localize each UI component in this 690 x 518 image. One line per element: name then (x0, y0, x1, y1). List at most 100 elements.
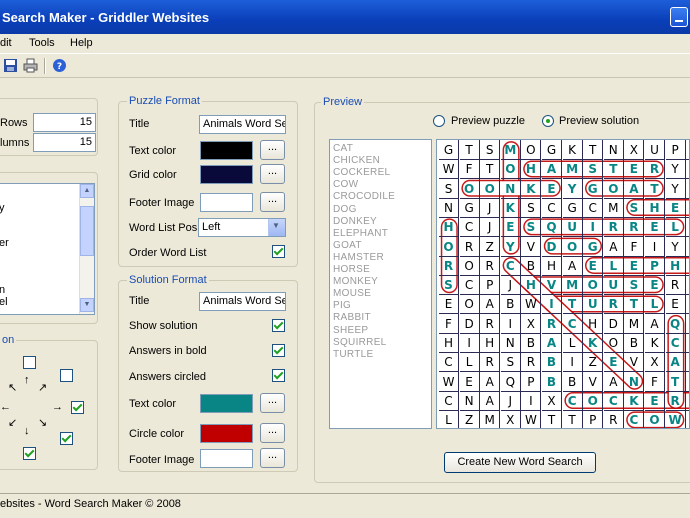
grid-cell: T (583, 140, 604, 160)
word-list-item: SQUIRREL (333, 336, 387, 348)
direction-up-checkbox[interactable] (23, 356, 36, 369)
word-entry-list[interactable]: y er n el ▲ ▼ (0, 183, 95, 315)
circle-color-button[interactable]: ... (260, 423, 285, 443)
solution-footer-image-button[interactable]: ... (260, 448, 285, 468)
help-icon[interactable]: ? (52, 58, 67, 73)
puzzle-footer-image-label: Footer Image (129, 197, 195, 209)
toolbar-separator (44, 58, 46, 74)
grid-cell: W (439, 159, 459, 180)
circle-color-swatch[interactable] (200, 424, 253, 443)
word-list-item: MONKEY (333, 276, 379, 288)
grid-cell: E (500, 217, 521, 238)
puzzle-text-color-button[interactable]: ... (260, 140, 285, 160)
list-item[interactable]: er (0, 237, 9, 249)
scroll-down-icon[interactable]: ▼ (80, 298, 94, 312)
word-list-item: CAT (333, 143, 354, 154)
scroll-up-icon[interactable]: ▲ (80, 184, 94, 198)
grid-cell: G (583, 178, 604, 199)
list-item[interactable]: el (0, 296, 8, 308)
puzzle-footer-image-field[interactable] (200, 193, 253, 212)
save-icon[interactable] (3, 58, 18, 73)
grid-cell: W (521, 294, 542, 315)
word-list-pos-select[interactable]: Left (198, 218, 286, 237)
list-item[interactable]: n (0, 284, 5, 296)
word-list-item: ELEPHANT (333, 227, 389, 239)
order-word-list-checkbox[interactable] (272, 245, 285, 258)
grid-cell: F (686, 217, 689, 238)
preview-solution-label[interactable]: Preview solution (559, 115, 639, 127)
grid-cell: H (665, 255, 686, 276)
menu-edit[interactable]: dit (0, 37, 12, 49)
puzzle-grid-color-button[interactable]: ... (260, 164, 285, 184)
answers-circled-checkbox[interactable] (272, 369, 285, 382)
grid-cell: Y (665, 236, 686, 257)
grid-cell: Y (562, 178, 583, 199)
grid-cell: R (542, 313, 562, 334)
grid-cell: W (439, 371, 459, 392)
direction-down-right-checkbox[interactable] (60, 432, 73, 445)
columns-input[interactable]: 15 (33, 133, 96, 152)
grid-cell: H (645, 197, 665, 218)
puzzle-grid-color-swatch[interactable] (200, 165, 253, 184)
puzzle-text-color-swatch[interactable] (200, 141, 253, 160)
grid-cell: I (645, 236, 665, 257)
solution-footer-image-field[interactable] (200, 449, 253, 468)
answers-bold-checkbox[interactable] (272, 344, 285, 357)
grid-cell: S (521, 197, 542, 218)
word-list-item: GOAT (333, 239, 362, 251)
create-new-word-search-button[interactable]: Create New Word Search (444, 452, 596, 473)
direction-down-checkbox[interactable] (23, 447, 36, 460)
grid-cell: R (665, 390, 686, 411)
grid-cell: Q (542, 217, 562, 238)
grid-cell: N (624, 371, 645, 392)
grid-cell: V (542, 275, 562, 296)
list-scrollbar[interactable]: ▲ ▼ (79, 184, 94, 314)
direction-right-checkbox[interactable] (71, 401, 84, 414)
preview-grid: GTSMOGKTNXUPZWFTOHAMSTERYBSOONKEYGOATYYN… (436, 139, 690, 429)
solution-footer-image-label: Footer Image (129, 454, 195, 466)
arrow-right-icon: → (52, 401, 63, 413)
menu-tools[interactable]: Tools (29, 37, 55, 49)
solution-text-color-button[interactable]: ... (260, 393, 285, 413)
preview-puzzle-radio[interactable] (433, 115, 445, 127)
print-icon[interactable] (23, 58, 38, 73)
grid-cell: F (459, 159, 480, 180)
word-list-item: DOG (333, 203, 357, 215)
word-list-item: TURTLE (333, 348, 374, 360)
grid-cell: Y (665, 178, 686, 199)
solution-format-title: Solution Format (127, 274, 209, 286)
solution-text-color-swatch[interactable] (200, 394, 253, 413)
grid-cell: X (645, 352, 665, 373)
chevron-down-icon[interactable] (268, 219, 285, 236)
rows-input[interactable]: 15 (33, 113, 96, 132)
grid-cell: O (603, 333, 624, 353)
grid-cell: A (542, 333, 562, 353)
grid-cell: E (686, 391, 689, 411)
grid-cell: R (439, 255, 459, 276)
preview-title: Preview (321, 96, 365, 108)
list-item[interactable]: y (0, 202, 5, 214)
grid-cell: I (500, 313, 521, 334)
preview-puzzle-label[interactable]: Preview puzzle (451, 115, 525, 127)
grid-cell: E (645, 390, 665, 411)
puzzle-title-input[interactable]: Animals Word Sea (199, 115, 286, 134)
solution-title-input[interactable]: Animals Word Sea (199, 292, 286, 311)
minimize-button[interactable] (670, 7, 688, 27)
grid-cell: U (562, 217, 583, 238)
scroll-thumb[interactable] (80, 206, 94, 256)
direction-up-right-checkbox[interactable] (60, 369, 73, 382)
grid-cell: U (645, 140, 665, 160)
grid-cell: K (583, 333, 604, 353)
puzzle-footer-image-button[interactable]: ... (260, 192, 285, 212)
grid-cell: W (521, 410, 542, 428)
grid-cell: P (583, 410, 604, 428)
menu-help[interactable]: Help (70, 37, 93, 49)
grid-cell: A (665, 352, 686, 373)
arrow-up-icon: ↑ (24, 374, 30, 386)
word-list-item: PIG (333, 300, 352, 312)
preview-solution-radio[interactable] (542, 115, 554, 127)
grid-cell: N (500, 333, 521, 353)
show-solution-checkbox[interactable] (272, 319, 285, 332)
grid-cell: C (439, 390, 459, 411)
grid-cell: G (562, 197, 583, 218)
